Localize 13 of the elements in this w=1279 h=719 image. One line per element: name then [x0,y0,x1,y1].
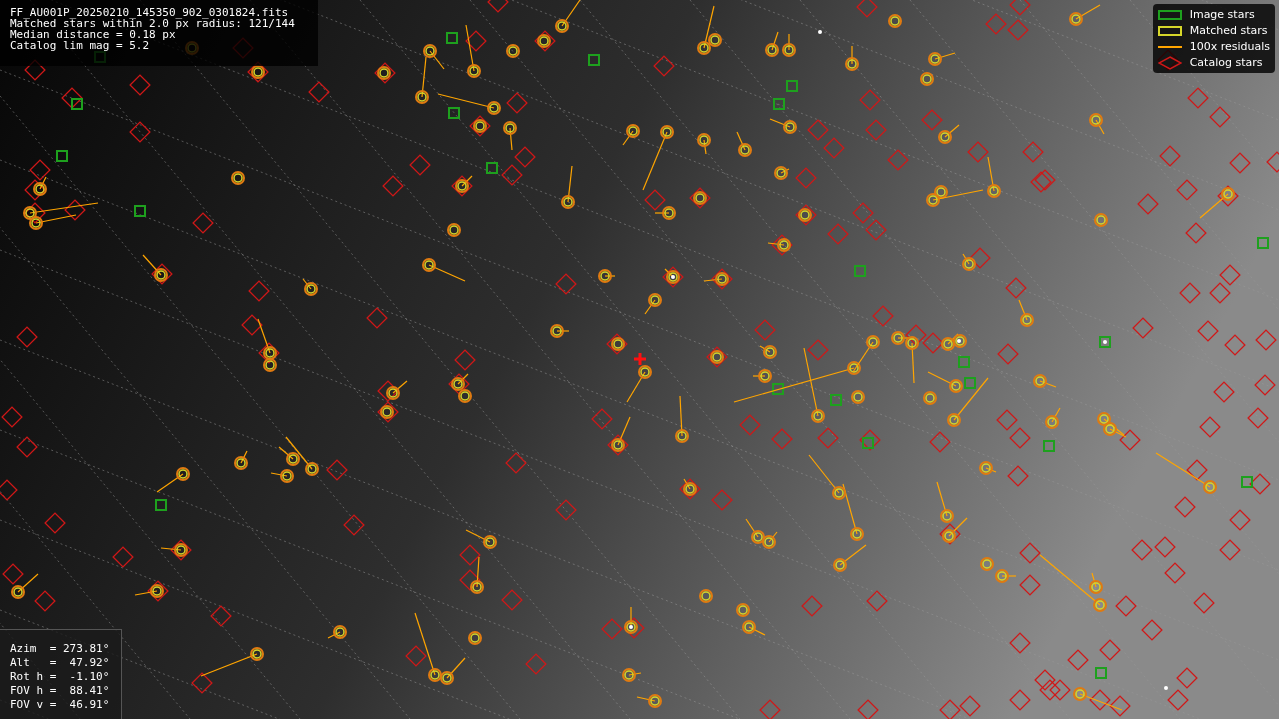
pointing-text: Azim = 273.81° [10,642,110,656]
info-text: Median distance = 0.18 px [10,29,176,40]
info-text: Matched stars within 2.0 px radius: 121/144 [10,18,295,29]
legend-label: Catalog stars [1189,56,1263,69]
pointing-text: FOV v = 46.91° [10,698,110,712]
legend-label: Image stars [1189,8,1255,21]
info-text: FF_AU001P_20250210_145350_902_0301824.fits [10,7,289,18]
pointing-text: Rot h = -1.10° [10,670,110,684]
legend-label: 100x residuals [1189,40,1270,53]
info-text: Catalog lim mag = 5.2 [10,40,150,51]
pointing-text: FOV h = 88.41° [10,684,110,698]
legend-label: Matched stars [1189,24,1268,37]
pointing-text: Alt = 47.92° [10,656,110,670]
